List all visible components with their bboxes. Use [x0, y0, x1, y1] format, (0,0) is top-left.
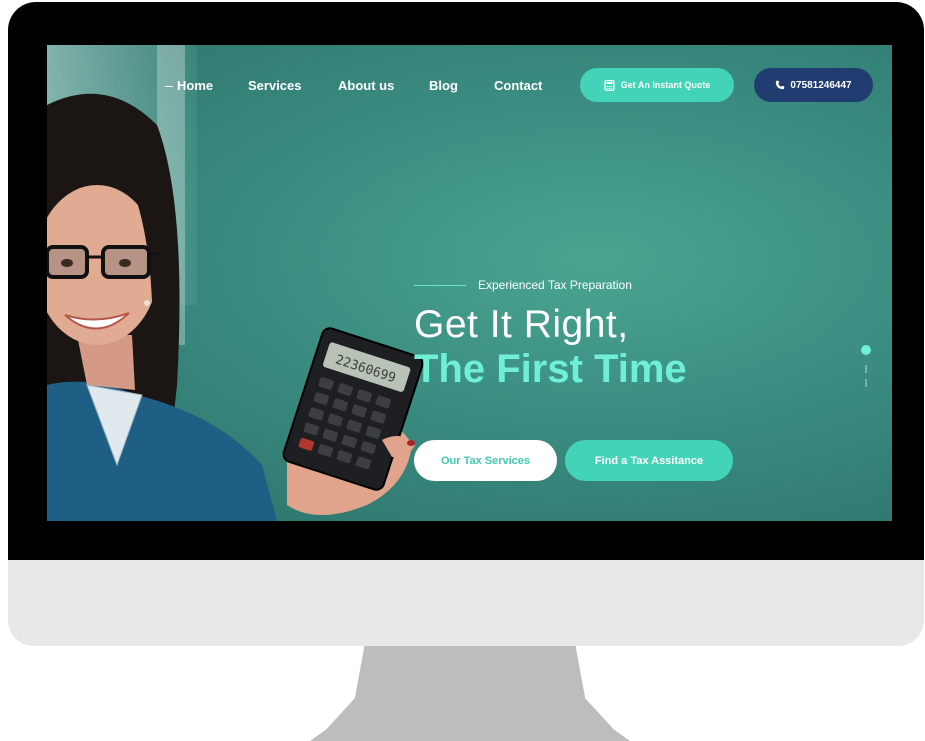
find-tax-assistance-label: Find a Tax Assitance [594, 454, 704, 467]
calculator-icon [604, 79, 615, 91]
nav-item-contact[interactable]: Contact [494, 78, 542, 93]
woman-with-calculator-image: 22360699 [47, 93, 424, 521]
nav-item-label: Home [177, 78, 214, 93]
active-indicator [165, 86, 173, 87]
slider-dot[interactable] [865, 379, 867, 387]
nav-item-blog[interactable]: Blog [429, 78, 458, 93]
phone-button[interactable]: 07581246447 [754, 68, 873, 102]
nav-item-label: About us [338, 78, 395, 93]
nav-item-label: Services [248, 78, 302, 93]
nav-item-label: Blog [429, 78, 458, 93]
website-screen: 22360699 Home Services About us Blog Con… [47, 45, 892, 521]
hero-kicker: Experienced Tax Preparation [478, 278, 632, 292]
kicker-line [414, 285, 466, 286]
slider-dot-active[interactable] [861, 345, 871, 355]
top-navigation: Home Services About us Blog Contact Get … [47, 45, 892, 125]
nav-item-about-us[interactable]: About us [338, 78, 394, 93]
monitor-chin [8, 560, 924, 646]
our-tax-services-button[interactable]: Our Tax Services [414, 440, 557, 481]
find-tax-assistance-button[interactable]: Find a Tax Assitance [565, 440, 733, 481]
instant-quote-label: Get An Instant Quote [620, 80, 711, 90]
hero-title-line1: Get It Right, [414, 303, 629, 346]
monitor-stand [310, 646, 630, 741]
instant-quote-button[interactable]: Get An Instant Quote [580, 68, 734, 102]
slider-dot[interactable] [865, 365, 867, 373]
phone-number: 07581246447 [790, 79, 852, 91]
nav-item-label: Contact [494, 78, 543, 93]
our-tax-services-label: Our Tax Services [440, 454, 531, 467]
nav-item-home[interactable]: Home [165, 78, 214, 93]
phone-icon [776, 80, 785, 90]
nav-item-services[interactable]: Services [248, 78, 302, 93]
hero-title-line2: The First Time [414, 347, 687, 391]
